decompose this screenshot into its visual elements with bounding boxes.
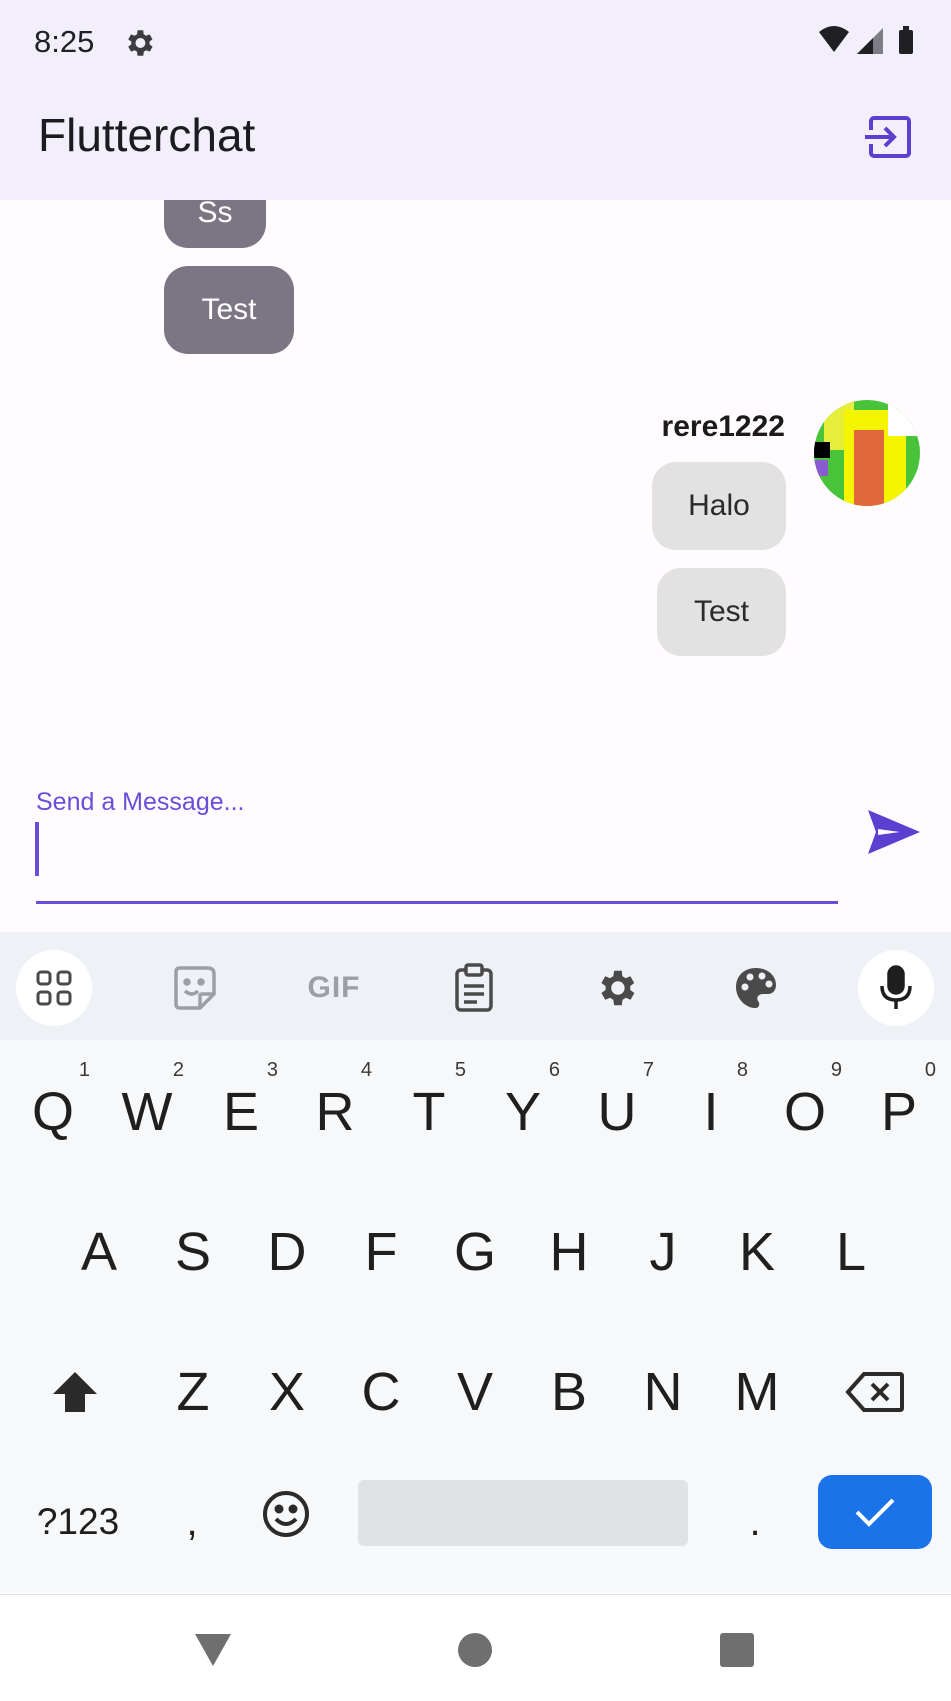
- home-circle-icon: [458, 1633, 492, 1667]
- message-bubble: Test: [657, 568, 786, 656]
- backspace-icon: [845, 1372, 904, 1412]
- shift-key[interactable]: [30, 1337, 120, 1447]
- key-r[interactable]: R4: [290, 1057, 380, 1167]
- text-caret: [35, 822, 39, 876]
- battery-icon: [899, 26, 913, 54]
- keyboard: GIF Q 1 W 2 E 3 R 4 T 5 Y 6 U 7 I 8 O 9 …: [0, 932, 951, 1592]
- backspace-key[interactable]: [830, 1337, 920, 1447]
- key-g[interactable]: G: [430, 1197, 520, 1307]
- key-t[interactable]: T5: [384, 1057, 474, 1167]
- shift-icon: [53, 1372, 97, 1412]
- key-k[interactable]: K: [712, 1197, 802, 1307]
- key-m[interactable]: M: [712, 1337, 802, 1447]
- message-username: rere1222: [661, 410, 785, 443]
- recents-square-icon: [720, 1633, 754, 1667]
- emoji-icon: [263, 1491, 309, 1537]
- palette-icon[interactable]: [718, 950, 794, 1026]
- message-text: Test: [693, 595, 750, 628]
- key-q[interactable]: Q1: [8, 1057, 98, 1167]
- key-e[interactable]: E3: [196, 1057, 286, 1167]
- screen: 8:25 Flutterchat Ss Test rere1222 Halo T…: [0, 0, 951, 1701]
- symbols-key[interactable]: ?123: [18, 1477, 138, 1567]
- message-input-label: Send a Message...: [36, 788, 245, 816]
- enter-key[interactable]: [818, 1475, 932, 1549]
- wifi-icon: [819, 26, 849, 52]
- key-h[interactable]: H: [524, 1197, 614, 1307]
- send-button[interactable]: [864, 804, 924, 860]
- back-triangle-icon: [195, 1634, 231, 1666]
- navigation-bar: [0, 1594, 951, 1701]
- message-bubble: Ss: [164, 200, 266, 248]
- key-d[interactable]: D: [242, 1197, 332, 1307]
- sticker-icon[interactable]: [156, 950, 232, 1026]
- key-w[interactable]: W2: [102, 1057, 192, 1167]
- key-l[interactable]: L: [806, 1197, 896, 1307]
- mic-icon[interactable]: [858, 950, 934, 1026]
- message-bubble: Test: [164, 266, 294, 354]
- avatar[interactable]: [814, 400, 920, 506]
- apps-grid-icon[interactable]: [16, 950, 92, 1026]
- signal-icon: [857, 28, 883, 54]
- message-bubble: Halo: [652, 462, 786, 550]
- key-o[interactable]: O9: [760, 1057, 850, 1167]
- message-text: Ss: [197, 200, 233, 229]
- message-input[interactable]: [36, 822, 848, 884]
- back-button[interactable]: [188, 1625, 238, 1675]
- key-a[interactable]: A: [54, 1197, 144, 1307]
- key-s[interactable]: S: [148, 1197, 238, 1307]
- key-y[interactable]: Y6: [478, 1057, 568, 1167]
- key-v[interactable]: V: [430, 1337, 520, 1447]
- key-z[interactable]: Z: [148, 1337, 238, 1447]
- key-u[interactable]: U7: [572, 1057, 662, 1167]
- recents-button[interactable]: [712, 1625, 762, 1675]
- send-icon: [868, 810, 920, 854]
- key-j[interactable]: J: [618, 1197, 708, 1307]
- logout-button[interactable]: [861, 110, 917, 166]
- key-p[interactable]: P0: [854, 1057, 944, 1167]
- checkmark-icon: [855, 1498, 895, 1527]
- comma-key[interactable]: ,: [152, 1477, 232, 1567]
- settings-icon[interactable]: [578, 950, 654, 1026]
- app-title: Flutterchat: [38, 109, 256, 161]
- message-text: Test: [201, 293, 257, 326]
- key-i[interactable]: I8: [666, 1057, 756, 1167]
- key-n[interactable]: N: [618, 1337, 708, 1447]
- input-underline: [36, 901, 838, 904]
- emoji-key[interactable]: [244, 1472, 328, 1556]
- status-icons: [817, 24, 921, 58]
- message-text: Halo: [688, 489, 750, 522]
- logout-icon: [865, 116, 911, 158]
- status-time: 8:25: [34, 24, 95, 59]
- status-bar: 8:25: [0, 0, 951, 88]
- home-button[interactable]: [450, 1625, 500, 1675]
- app-bar: Flutterchat: [0, 88, 951, 200]
- period-key[interactable]: .: [715, 1477, 795, 1567]
- message-list[interactable]: Ss Test rere1222 Halo Test: [0, 200, 951, 760]
- gif-icon[interactable]: GIF: [296, 950, 372, 1026]
- key-b[interactable]: B: [524, 1337, 614, 1447]
- key-f[interactable]: F: [336, 1197, 426, 1307]
- clipboard-icon[interactable]: [436, 950, 512, 1026]
- keyboard-toolbar: GIF: [0, 932, 951, 1040]
- gear-icon: [122, 26, 156, 60]
- key-x[interactable]: X: [242, 1337, 332, 1447]
- key-c[interactable]: C: [336, 1337, 426, 1447]
- space-key[interactable]: [358, 1480, 688, 1546]
